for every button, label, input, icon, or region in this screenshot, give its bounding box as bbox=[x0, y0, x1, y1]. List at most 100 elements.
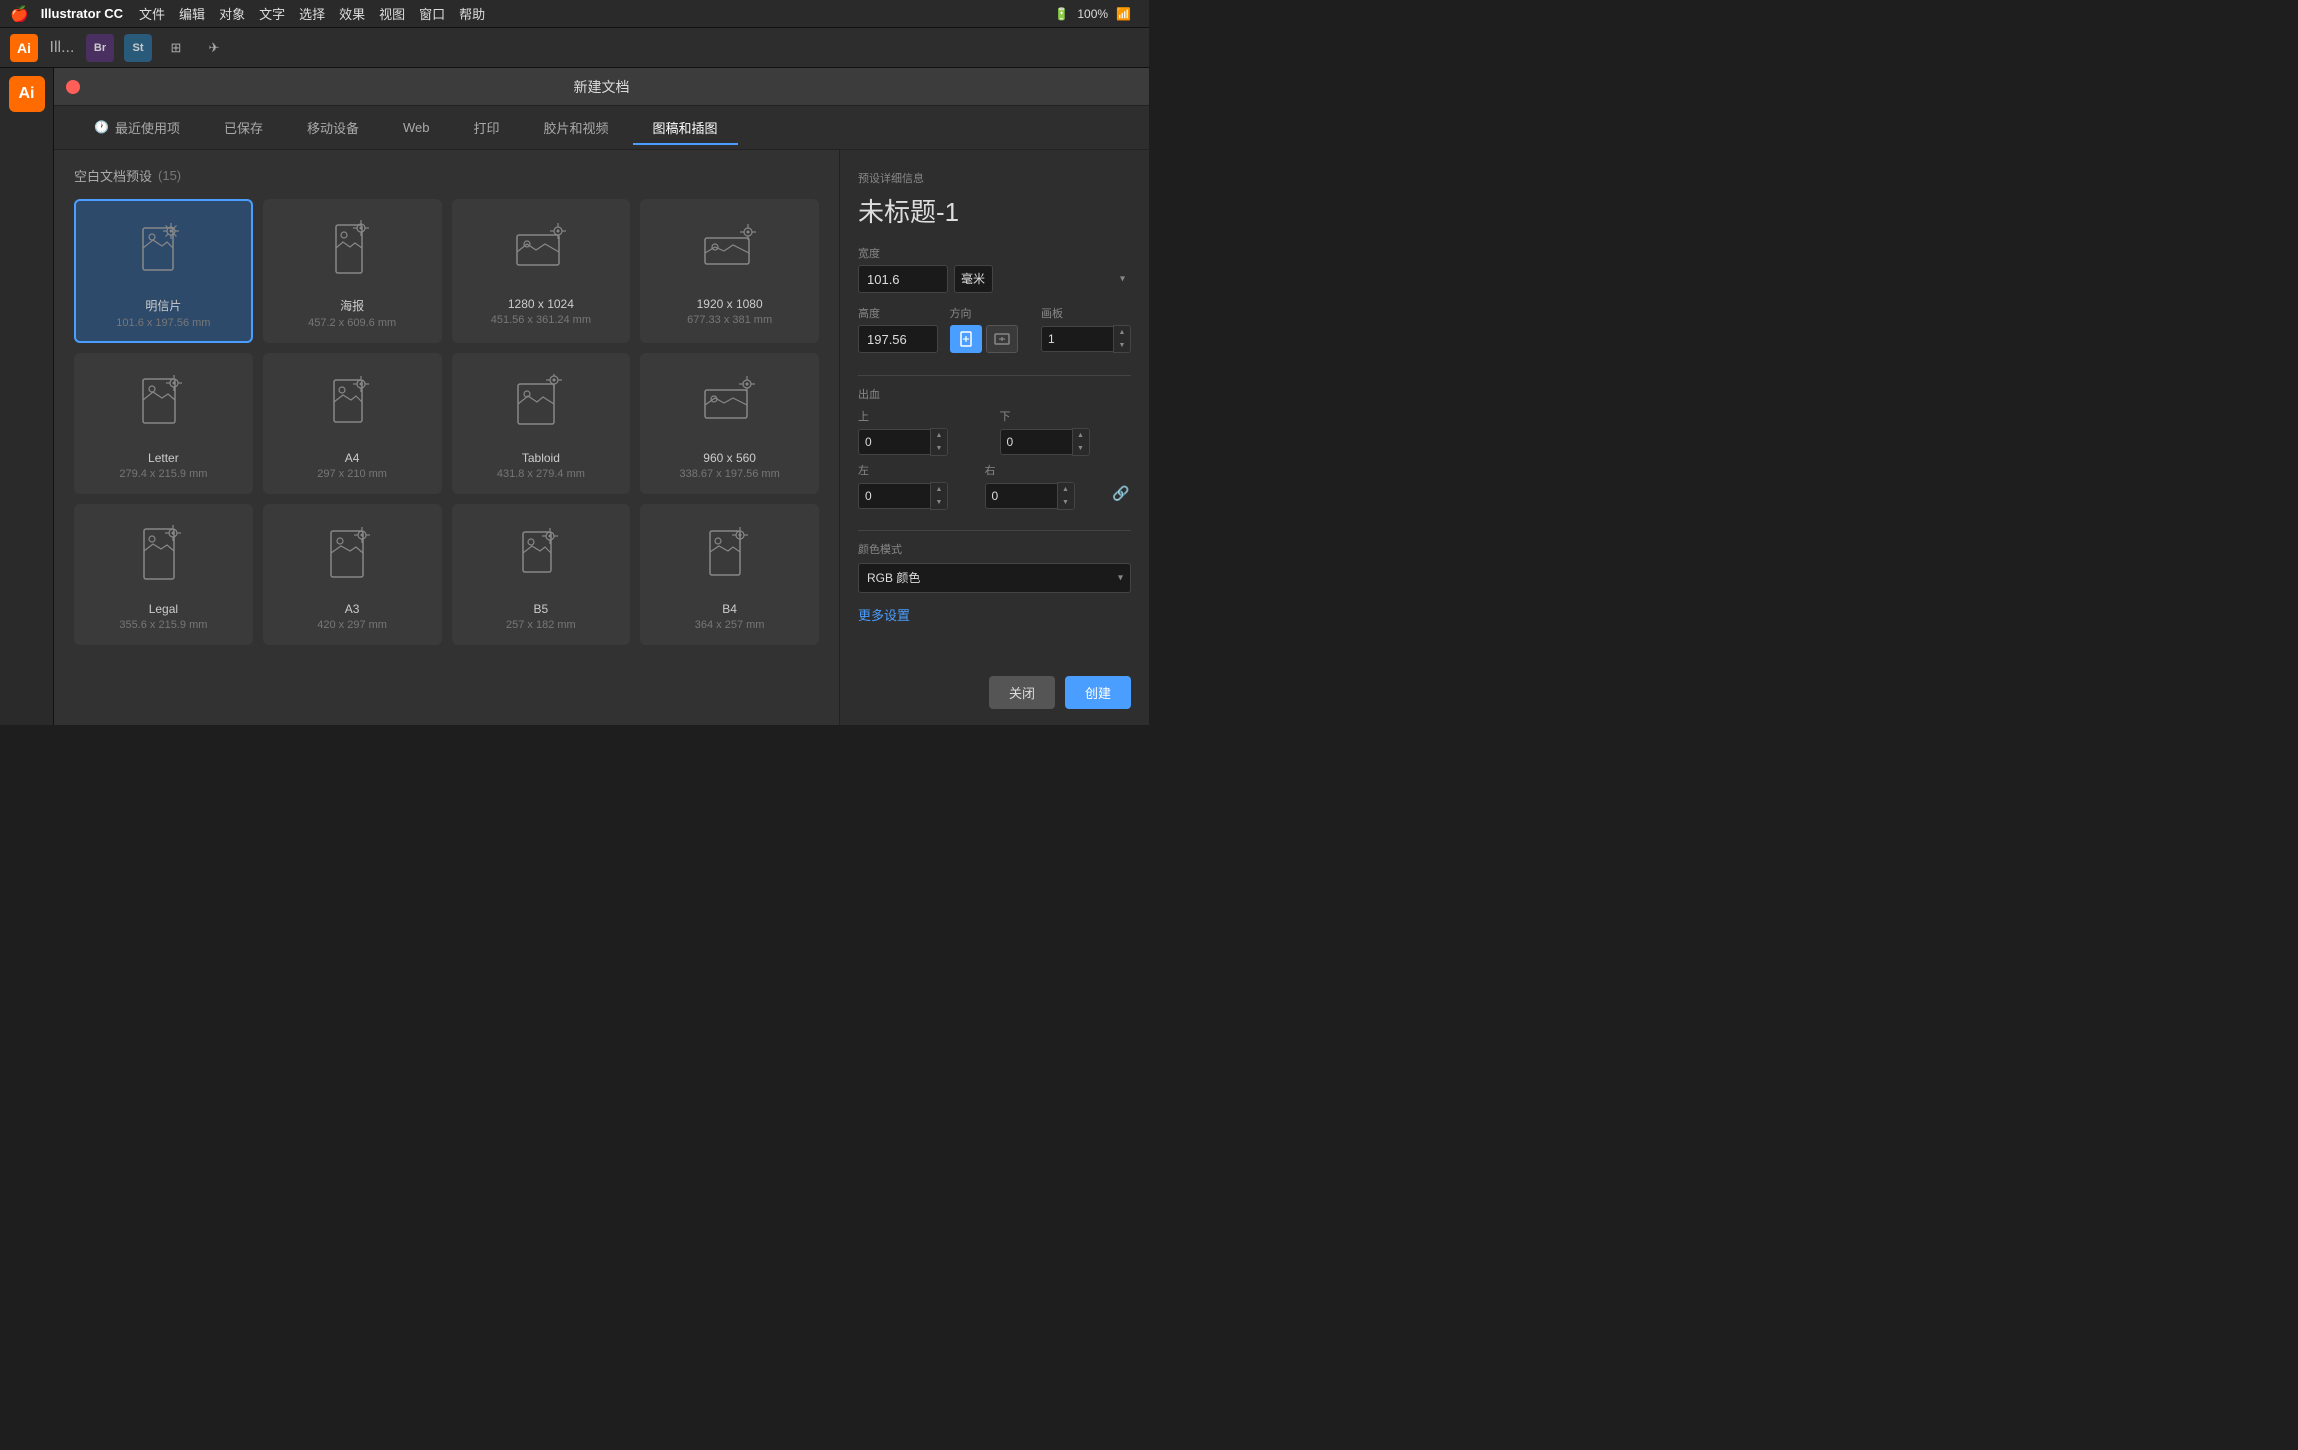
template-card-postcard[interactable]: 明信片 101.6 x 197.56 mm bbox=[74, 199, 253, 343]
bleed-top-spinners: ▲ ▼ bbox=[930, 428, 948, 456]
template-icon-1920 bbox=[695, 217, 765, 287]
template-card-b4[interactable]: B4 364 x 257 mm bbox=[640, 504, 819, 645]
bleed-bottom-spinners: ▲ ▼ bbox=[1072, 428, 1090, 456]
template-card-b5[interactable]: B5 257 x 182 mm bbox=[452, 504, 631, 645]
bleed-right-input[interactable] bbox=[985, 483, 1057, 509]
tab-web[interactable]: Web bbox=[383, 114, 450, 143]
dialog-close-button[interactable] bbox=[66, 80, 80, 94]
tab-mobile[interactable]: 移动设备 bbox=[287, 112, 379, 145]
tab-recent[interactable]: 🕐 最近使用项 bbox=[74, 112, 200, 145]
height-col: 高度 bbox=[858, 305, 940, 353]
bleed-top-input[interactable] bbox=[858, 429, 930, 455]
wifi-icon: 📶 bbox=[1116, 7, 1131, 21]
tab-saved[interactable]: 已保存 bbox=[204, 112, 283, 145]
bleed-bottom-wrap: ▲ ▼ bbox=[1000, 428, 1090, 456]
bleed-bottom-decrement[interactable]: ▼ bbox=[1073, 442, 1089, 455]
bleed-bottom-input[interactable] bbox=[1000, 429, 1072, 455]
menu-object[interactable]: 对象 bbox=[219, 4, 245, 23]
bleed-top-decrement[interactable]: ▼ bbox=[931, 442, 947, 455]
app-sidebar: Ai bbox=[0, 68, 54, 725]
unit-select[interactable]: 毫米 bbox=[954, 265, 993, 293]
toolbar-app-icon: Ill... bbox=[48, 34, 76, 62]
template-icon-1280 bbox=[506, 217, 576, 287]
width-label: 宽度 bbox=[858, 245, 1131, 261]
template-icon-legal bbox=[128, 522, 198, 592]
menu-view[interactable]: 视图 bbox=[379, 4, 405, 23]
color-mode-select[interactable]: RGB 颜色 CMYK 颜色 bbox=[858, 563, 1131, 593]
artboard-increment[interactable]: ▲ bbox=[1114, 326, 1130, 339]
app-name[interactable]: Illustrator CC bbox=[41, 6, 123, 21]
menu-effect[interactable]: 效果 bbox=[339, 4, 365, 23]
template-icon-poster bbox=[317, 217, 387, 287]
template-icon-a4 bbox=[317, 371, 387, 441]
height-input[interactable] bbox=[858, 325, 938, 353]
template-card-a4[interactable]: A4 297 x 210 mm bbox=[263, 353, 442, 494]
portrait-button[interactable] bbox=[950, 325, 982, 353]
dialog-title: 新建文档 bbox=[574, 77, 630, 97]
width-field: 宽度 毫米 bbox=[858, 245, 1131, 293]
bleed-top-bottom-row: 上 ▲ ▼ 下 bbox=[858, 408, 1131, 456]
bleed-top-increment[interactable]: ▲ bbox=[931, 429, 947, 442]
bleed-left-decrement[interactable]: ▼ bbox=[931, 496, 947, 509]
send-icon[interactable]: ✈ bbox=[200, 34, 228, 62]
bleed-bottom-control: ▲ ▼ bbox=[1000, 428, 1132, 456]
landscape-button[interactable] bbox=[986, 325, 1018, 353]
template-card-tabloid[interactable]: Tabloid 431.8 x 279.4 mm bbox=[452, 353, 631, 494]
template-card-960[interactable]: 960 x 560 338.67 x 197.56 mm bbox=[640, 353, 819, 494]
template-name-1280: 1280 x 1024 bbox=[508, 297, 574, 311]
bleed-left-input[interactable] bbox=[858, 483, 930, 509]
template-card-a3[interactable]: A3 420 x 297 mm bbox=[263, 504, 442, 645]
menu-edit[interactable]: 编辑 bbox=[179, 4, 205, 23]
sidebar-ai-logo: Ai bbox=[9, 76, 45, 112]
template-card-poster[interactable]: 海报 457.2 x 609.6 mm bbox=[263, 199, 442, 343]
apple-menu[interactable]: 🍎 bbox=[10, 5, 29, 23]
chain-link-icon[interactable]: 🔗 bbox=[1111, 485, 1131, 502]
color-mode-select-wrapper: RGB 颜色 CMYK 颜色 bbox=[858, 563, 1131, 593]
width-control: 毫米 bbox=[858, 265, 1131, 293]
tab-illustration[interactable]: 图稿和插图 bbox=[633, 112, 738, 145]
bleed-bottom-label: 下 bbox=[1000, 408, 1132, 424]
template-card-legal[interactable]: Legal 355.6 x 215.9 mm bbox=[74, 504, 253, 645]
dialog-titlebar: 新建文档 bbox=[54, 68, 1149, 106]
tab-film[interactable]: 胶片和视频 bbox=[524, 112, 629, 145]
artboard-input[interactable] bbox=[1041, 326, 1113, 352]
bleed-top-wrap: ▲ ▼ bbox=[858, 428, 948, 456]
bleed-bottom-increment[interactable]: ▲ bbox=[1073, 429, 1089, 442]
menu-window[interactable]: 窗口 bbox=[419, 4, 445, 23]
bridge-icon[interactable]: Br bbox=[86, 34, 114, 62]
grid-icon[interactable]: ⊞ bbox=[162, 34, 190, 62]
battery-icon: 🔋 bbox=[1054, 7, 1069, 21]
artboard-decrement[interactable]: ▼ bbox=[1114, 339, 1130, 352]
menu-text[interactable]: 文字 bbox=[259, 4, 285, 23]
templates-grid: 明信片 101.6 x 197.56 mm bbox=[74, 199, 819, 645]
bleed-right-increment[interactable]: ▲ bbox=[1058, 483, 1074, 496]
template-size-a3: 420 x 297 mm bbox=[317, 619, 387, 631]
dialog-content: 空白文档预设 (15) bbox=[54, 150, 1149, 725]
menu-help[interactable]: 帮助 bbox=[459, 4, 485, 23]
document-name: 未标题-1 bbox=[858, 192, 1131, 229]
close-button[interactable]: 关闭 bbox=[989, 676, 1055, 709]
template-card-1920[interactable]: 1920 x 1080 677.33 x 381 mm bbox=[640, 199, 819, 343]
template-name-tabloid: Tabloid bbox=[522, 451, 560, 465]
template-card-1280[interactable]: 1280 x 1024 451.56 x 361.24 mm bbox=[452, 199, 631, 343]
template-name-a4: A4 bbox=[345, 451, 360, 465]
bleed-right-decrement[interactable]: ▼ bbox=[1058, 496, 1074, 509]
bleed-right-spinners: ▲ ▼ bbox=[1057, 482, 1075, 510]
template-size-1280: 451.56 x 361.24 mm bbox=[491, 314, 591, 326]
stock-icon[interactable]: St bbox=[124, 34, 152, 62]
width-input[interactable] bbox=[858, 265, 948, 293]
more-settings-link[interactable]: 更多设置 bbox=[858, 605, 1131, 624]
menu-select[interactable]: 选择 bbox=[299, 4, 325, 23]
color-mode-row: 颜色模式 RGB 颜色 CMYK 颜色 bbox=[858, 541, 1131, 593]
orientation-label: 方向 bbox=[950, 305, 1032, 321]
template-name-letter: Letter bbox=[148, 451, 179, 465]
bottom-buttons: 关闭 创建 bbox=[858, 666, 1131, 709]
orientation-col: 方向 bbox=[950, 305, 1032, 353]
bleed-right-wrap: ▲ ▼ bbox=[985, 482, 1102, 510]
menu-file[interactable]: 文件 bbox=[139, 4, 165, 23]
tab-print[interactable]: 打印 bbox=[454, 112, 520, 145]
toolbar: Ai Ill... Br St ⊞ ✈ bbox=[0, 28, 1149, 68]
bleed-left-increment[interactable]: ▲ bbox=[931, 483, 947, 496]
template-card-letter[interactable]: Letter 279.4 x 215.9 mm bbox=[74, 353, 253, 494]
create-button[interactable]: 创建 bbox=[1065, 676, 1131, 709]
